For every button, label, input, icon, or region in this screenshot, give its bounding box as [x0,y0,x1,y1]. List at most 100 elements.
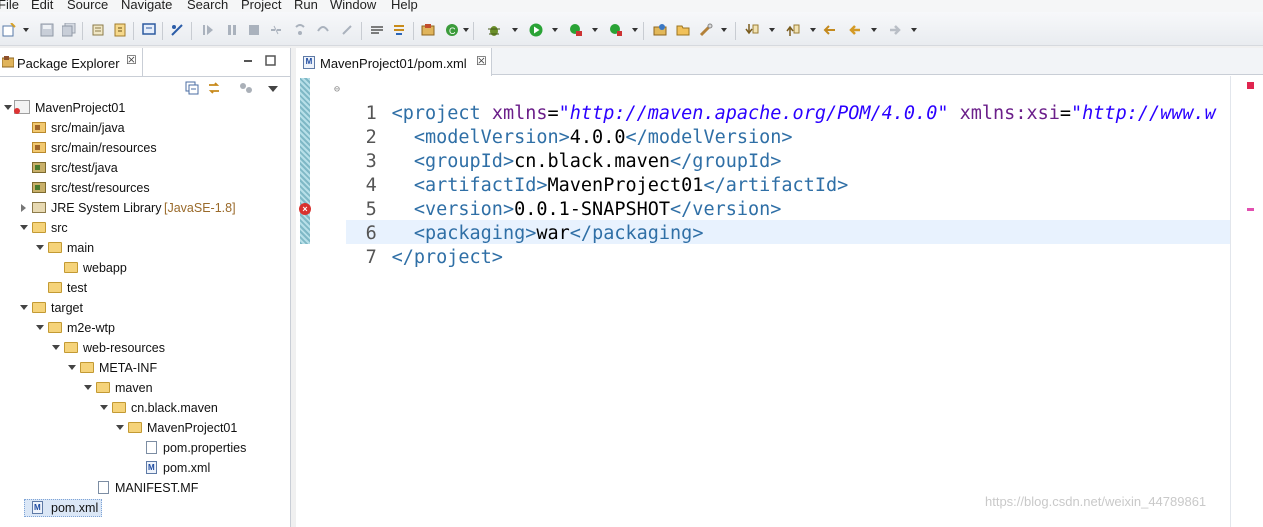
code-line[interactable]: 7 </project> [321,222,503,268]
overview-occurrence-marker[interactable] [1247,208,1254,211]
package-explorer-tab[interactable]: Package Explorer ☒ [0,48,143,76]
close-icon[interactable]: ☒ [126,53,137,67]
use-step-filters-icon[interactable] [370,23,384,37]
tree-item-library[interactable]: JRE System Library [JavaSE-1.8] [0,198,291,218]
link-with-editor-icon[interactable] [207,81,221,95]
print-icon[interactable] [91,23,105,37]
next-annotation-dropdown-icon[interactable] [769,28,775,32]
menu-source[interactable]: Source [67,0,108,12]
menu-run[interactable]: Run [294,0,318,12]
run-icon[interactable] [529,23,543,37]
debug-icon[interactable] [487,23,501,37]
tree-item-folder[interactable]: cn.black.maven [0,398,291,418]
minimize-icon[interactable] [242,56,254,66]
expanded-icon[interactable] [36,325,44,330]
tree-item-folder[interactable]: test [0,278,291,298]
fold-collapse-icon[interactable]: ⊖ [334,78,340,102]
expanded-icon[interactable] [36,245,44,250]
tree-item-folder[interactable]: m2e-wtp [0,318,291,338]
step-return-icon[interactable] [340,23,354,37]
expanded-icon[interactable] [20,225,28,230]
skip-breakpoints-icon[interactable] [170,23,184,37]
collapse-all-icon[interactable] [185,81,199,95]
external-tools-dropdown-icon[interactable] [632,28,638,32]
forward-icon[interactable] [888,23,902,37]
new-dropdown-icon[interactable] [23,28,29,32]
coverage-icon[interactable] [569,23,583,37]
last-edit-location-icon[interactable] [823,23,837,37]
tree-item-folder[interactable]: META-INF [0,358,291,378]
tree-item-source-folder[interactable]: src/test/resources [0,178,291,198]
back-icon[interactable] [848,23,862,37]
resume-icon[interactable] [201,23,215,37]
step-over-icon[interactable] [316,23,330,37]
code-line[interactable]: 4 <artifactId>MavenProject01</artifactId… [321,150,849,196]
run-dropdown-icon[interactable] [552,28,558,32]
console-icon[interactable] [142,23,156,37]
expanded-icon[interactable] [52,345,60,350]
expanded-icon[interactable] [100,405,108,410]
focus-icon[interactable] [239,82,253,94]
new-icon[interactable] [2,23,16,37]
expanded-icon[interactable] [116,425,124,430]
expanded-icon[interactable] [20,305,28,310]
tree-item-folder[interactable]: target [0,298,291,318]
code-line[interactable]: 3 <groupId>cn.black.maven</groupId> [321,126,782,172]
terminate-icon[interactable] [247,23,261,37]
error-marker-icon[interactable]: × [299,203,311,215]
open-folder-icon[interactable] [676,23,690,37]
tree-item-file[interactable]: pom.xml [0,458,291,478]
expanded-icon[interactable] [68,365,76,370]
menu-file[interactable]: File [0,0,19,12]
tree-item-folder[interactable]: main [0,238,291,258]
tree-item-folder[interactable]: webapp [0,258,291,278]
editor-tab-pom[interactable]: M MavenProject01/pom.xml ☒ [296,48,492,76]
tree-item-file[interactable]: MANIFEST.MF [0,478,291,498]
code-line[interactable]: 6 <packaging>war</packaging> [321,198,704,244]
new-class-icon[interactable]: C [445,23,459,37]
back-dropdown-icon[interactable] [871,28,877,32]
expanded-icon[interactable] [84,385,92,390]
view-menu-icon[interactable] [268,86,278,92]
tree-item-folder[interactable]: maven [0,378,291,398]
overview-error-marker[interactable] [1247,82,1254,89]
suspend-icon[interactable] [225,23,239,37]
step-into-icon[interactable] [293,23,307,37]
menu-edit[interactable]: Edit [31,0,53,12]
coverage-dropdown-icon[interactable] [592,28,598,32]
new-java-package-icon[interactable] [421,23,435,37]
forward-dropdown-icon[interactable] [911,28,917,32]
overview-ruler[interactable] [1230,76,1263,527]
open-type-icon[interactable] [113,23,127,37]
close-icon[interactable]: ☒ [476,54,487,68]
tree-item-folder[interactable]: web-resources [0,338,291,358]
menu-window[interactable]: Window [330,0,376,12]
next-annotation-icon[interactable] [745,23,759,37]
tree-item-source-folder[interactable]: src/main/resources [0,138,291,158]
new-class-dropdown-icon[interactable] [463,28,469,32]
collapsed-icon[interactable] [21,204,26,212]
code-line[interactable]: 1 ⊖ <project xmlns="http://maven.apache.or… [321,78,1216,124]
drop-to-frame-icon[interactable] [392,23,406,37]
code-line[interactable]: 5 <version>0.0.1-SNAPSHOT</version> [321,174,782,220]
debug-dropdown-icon[interactable] [512,28,518,32]
search-icon[interactable] [699,23,713,37]
tree-item-folder[interactable]: src [0,218,291,238]
maximize-icon[interactable] [265,55,276,66]
previous-annotation-dropdown-icon[interactable] [810,28,816,32]
tree-item-project[interactable]: MavenProject01 [0,98,291,118]
menu-search[interactable]: Search [187,0,228,12]
code-line[interactable]: 2 <modelVersion>4.0.0</modelVersion> [321,102,793,148]
tree-item-file-selected[interactable]: pom.xml [0,498,291,518]
previous-annotation-icon[interactable] [786,23,800,37]
expanded-icon[interactable] [4,105,12,110]
open-type-hierarchy-icon[interactable] [653,23,667,37]
menu-help[interactable]: Help [391,0,418,12]
tree-item-folder[interactable]: MavenProject01 [0,418,291,438]
search-dropdown-icon[interactable] [721,28,727,32]
save-all-icon[interactable] [62,23,76,37]
save-icon[interactable] [40,23,54,37]
tree-item-source-folder[interactable]: src/main/java [0,118,291,138]
tree-item-file[interactable]: pom.properties [0,438,291,458]
external-tools-icon[interactable] [609,23,623,37]
